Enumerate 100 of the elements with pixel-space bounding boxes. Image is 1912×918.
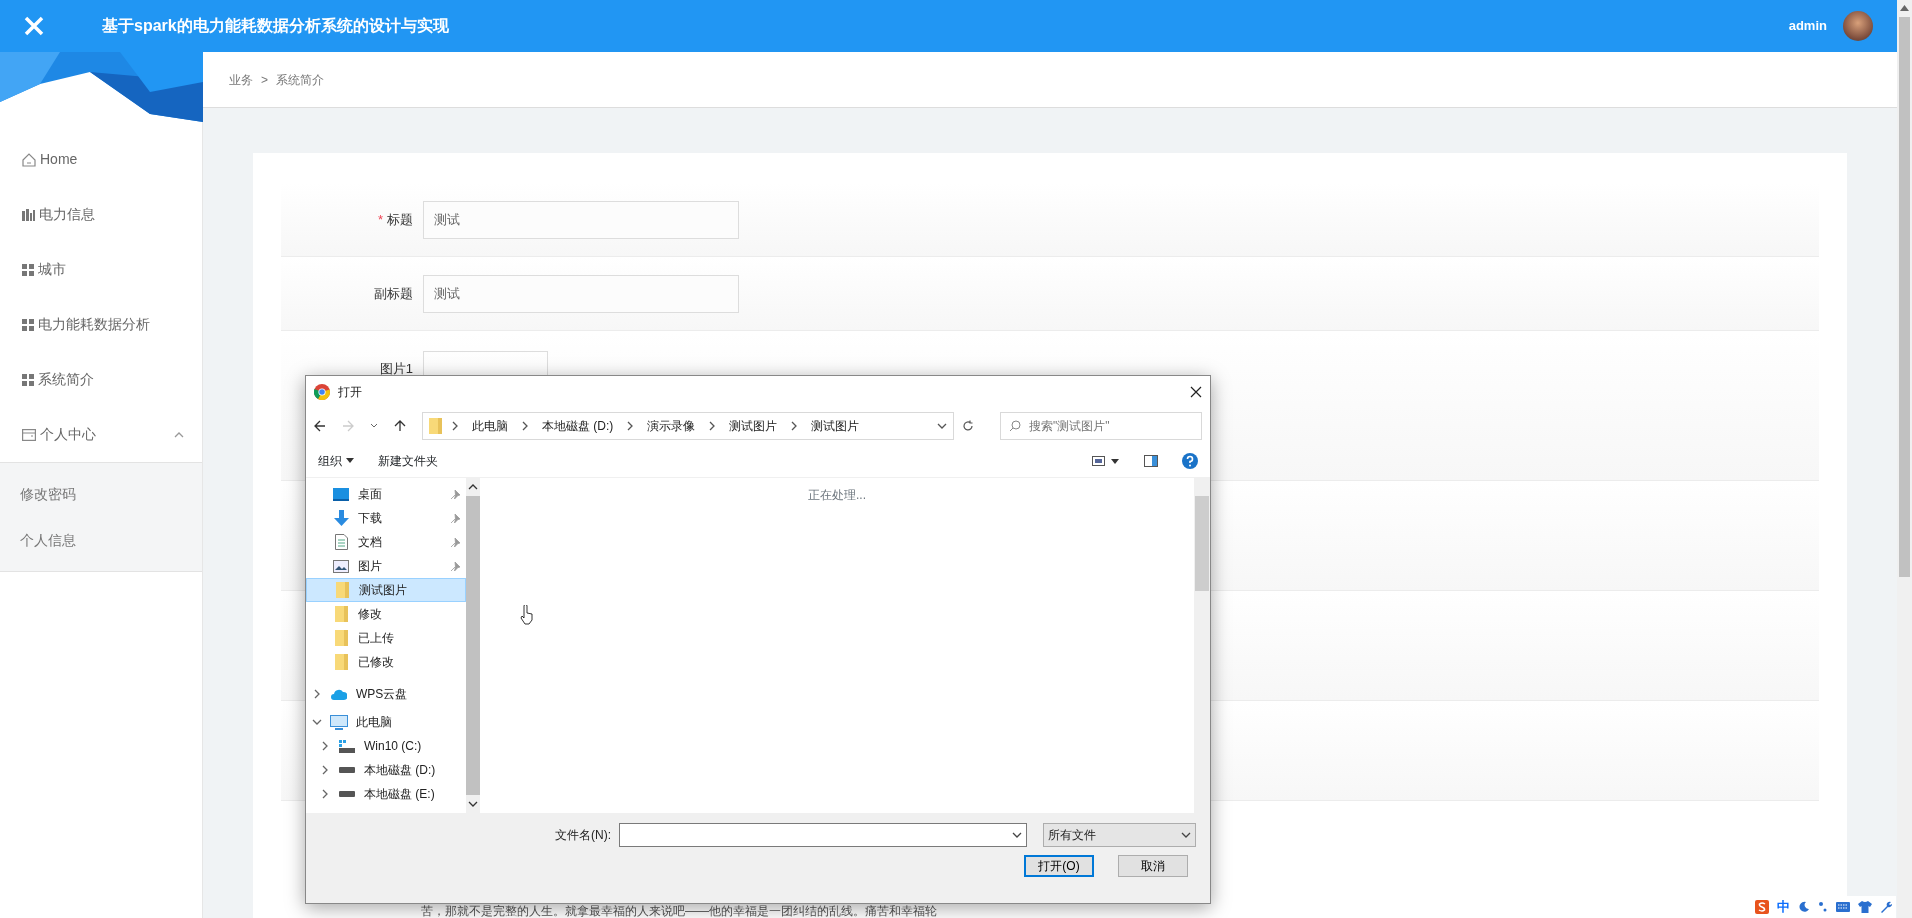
folder-icon [334,630,348,646]
wrench-icon[interactable] [1880,901,1892,913]
dialog-title: 打开 [338,384,363,401]
nav-item[interactable]: 测试图片 [306,578,466,602]
menu-item[interactable]: 城市 [0,242,202,297]
moon-icon[interactable] [1798,901,1810,913]
toolbar-button[interactable]: 新建文件夹 [378,451,438,470]
chart-icon [22,208,35,221]
text-field[interactable]: 测试 [423,200,739,239]
drive-icon [339,791,355,797]
close-menu-button[interactable] [24,16,44,36]
path-segment[interactable]: 演示录像 [647,417,696,435]
search-icon [1009,420,1021,432]
address-bar[interactable]: 此电脑 本地磁盘 (D:) 演示录像 测试图片 测试图片 [422,412,954,440]
path-segment[interactable]: 测试图片 [811,417,860,435]
page-scrollbar[interactable] [1897,0,1912,918]
menu-item[interactable]: 个人中心 [0,407,202,462]
view-options-icon[interactable] [1092,455,1120,466]
scroll-up-icon[interactable] [1900,5,1909,11]
chevron-down-icon [937,421,947,431]
nav-item[interactable]: WPS云盘 [306,682,466,706]
status-text: 正在处理... [808,487,866,504]
app-title: 基于spark的电力能耗数据分析系统的设计与实现 [102,16,449,36]
back-arrow-icon[interactable] [314,420,326,432]
chevron-up-icon [468,482,478,492]
required-mark: * [377,211,383,227]
path-segment[interactable]: 测试图片 [729,417,778,435]
folder-icon [335,582,349,598]
nav-item[interactable]: Win10 (C:) [306,734,466,758]
chevron-down-icon [1181,830,1191,840]
help-icon[interactable] [1182,452,1198,469]
nav-scrollbar[interactable] [466,478,480,813]
path-segment[interactable]: 本地磁盘 (D:) [542,417,614,435]
download-arrow-icon [333,510,349,526]
caret-icon [346,458,354,463]
text-field[interactable]: 测试 [423,274,739,313]
file-scrollbar[interactable] [1194,478,1210,813]
nav-item[interactable]: 桌面 [306,482,466,506]
submenu-item[interactable]: 修改密码 [0,471,202,517]
close-icon [1190,386,1202,398]
dialog-button[interactable]: 打开(O) [1024,855,1094,877]
up-arrow-icon[interactable] [394,420,406,432]
nav-item[interactable]: 本地磁盘 (D:) [306,758,466,782]
shirt-icon[interactable] [1858,901,1872,913]
submenu-item[interactable]: 个人信息 [0,517,202,563]
nav-item[interactable]: 已修改 [306,650,466,674]
caret-icon[interactable] [370,423,378,429]
nav-item[interactable]: 图片 [306,554,466,578]
drive-icon [339,767,355,773]
chevron-down-icon [1012,830,1022,840]
input-mode-toggle[interactable]: 中 [1777,897,1790,917]
organize-menu-button[interactable]: 组织 [318,451,354,470]
breadcrumb-separator: > [261,71,268,89]
content-text: 苦，那就不是完整的人生。就拿最幸福的人来说吧——他的幸福是一团纠结的乱线。痛苦和幸福轮 [421,904,937,918]
dialog-button[interactable]: 取消 [1118,855,1188,877]
punctuation-icon[interactable] [1818,901,1828,913]
path-segment[interactable]: 此电脑 [472,417,508,435]
cloud-icon [331,688,347,700]
refresh-icon[interactable] [962,420,974,432]
search-field[interactable]: 搜索"测试图片" [1000,412,1202,440]
chevron-down-icon [468,799,478,809]
search-input[interactable]: 搜索"测试图片" [1029,417,1193,435]
nav-item[interactable]: 本地磁盘 (E:) [306,782,466,806]
browser-logo-icon [314,384,330,400]
document-icon [334,534,348,550]
nav-item[interactable]: 修改 [306,602,466,626]
desktop-icon [333,487,349,501]
folder-icon [334,606,348,622]
monitor-icon [330,714,348,730]
chevron-right-icon [450,421,460,431]
grid-icon [22,373,34,386]
folder-icon [334,654,348,670]
field-label: 标题 [387,211,413,227]
breadcrumb-link[interactable]: 业务 [229,70,253,89]
nav-item[interactable]: 下载 [306,506,466,530]
menu-item[interactable]: Home [0,132,202,187]
preview-pane-icon[interactable] [1144,454,1158,467]
menu-item[interactable]: 电力信息 [0,187,202,242]
menu-item[interactable]: 电力能耗数据分析 [0,297,202,352]
breadcrumb-link[interactable]: 系统简介 [276,70,324,89]
logo-icon [1755,900,1769,914]
nav-item[interactable]: 已上传 [306,626,466,650]
grid-icon [22,318,34,331]
picture-icon [333,559,349,573]
drive-icon [339,739,355,753]
close-button[interactable] [1190,386,1202,398]
hand-cursor-icon [520,605,534,625]
file-type-dropdown[interactable]: 所有文件 [1043,823,1196,847]
menu-item[interactable]: 系统简介 [0,352,202,407]
folder-icon [429,418,442,434]
filename-field[interactable] [619,823,1027,847]
nav-item[interactable]: 此电脑 [306,710,466,734]
home-icon [22,152,36,167]
nav-item[interactable]: 文档 [306,530,466,554]
avatar[interactable] [1843,11,1873,41]
card-icon [22,428,36,441]
field-label: 副标题 [373,284,414,303]
chevron-right-icon [520,421,530,431]
field-label: 图片1 [378,360,414,378]
grid-icon [22,263,34,276]
